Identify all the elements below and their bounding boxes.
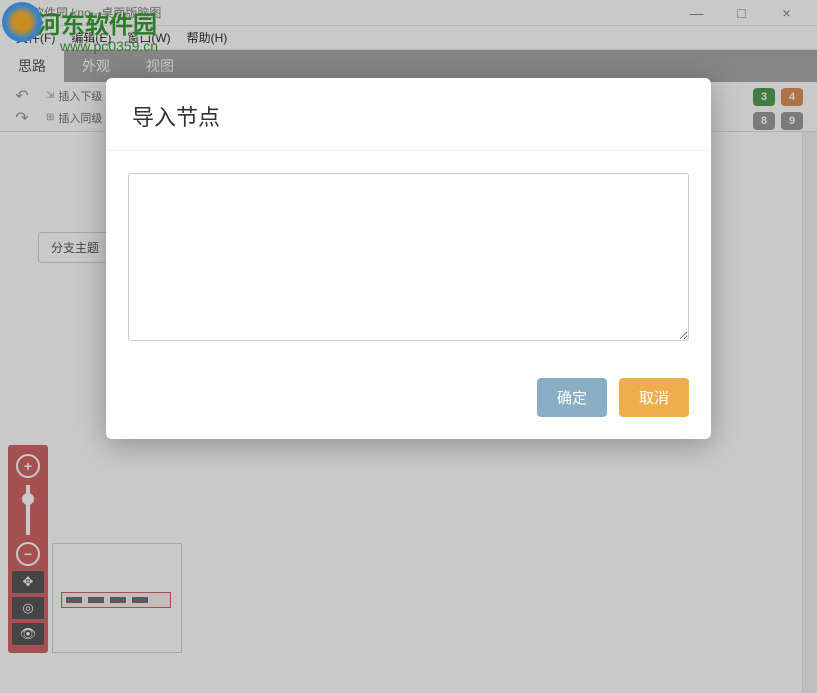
modal-overlay[interactable]: 导入节点 确定 取消 bbox=[0, 0, 817, 693]
ok-button[interactable]: 确定 bbox=[537, 378, 607, 417]
dialog-title: 导入节点 bbox=[106, 78, 711, 150]
dialog-body bbox=[106, 150, 711, 368]
cancel-button[interactable]: 取消 bbox=[619, 378, 689, 417]
import-textarea[interactable] bbox=[128, 173, 689, 341]
import-nodes-dialog: 导入节点 确定 取消 bbox=[106, 78, 711, 439]
dialog-footer: 确定 取消 bbox=[106, 368, 711, 439]
